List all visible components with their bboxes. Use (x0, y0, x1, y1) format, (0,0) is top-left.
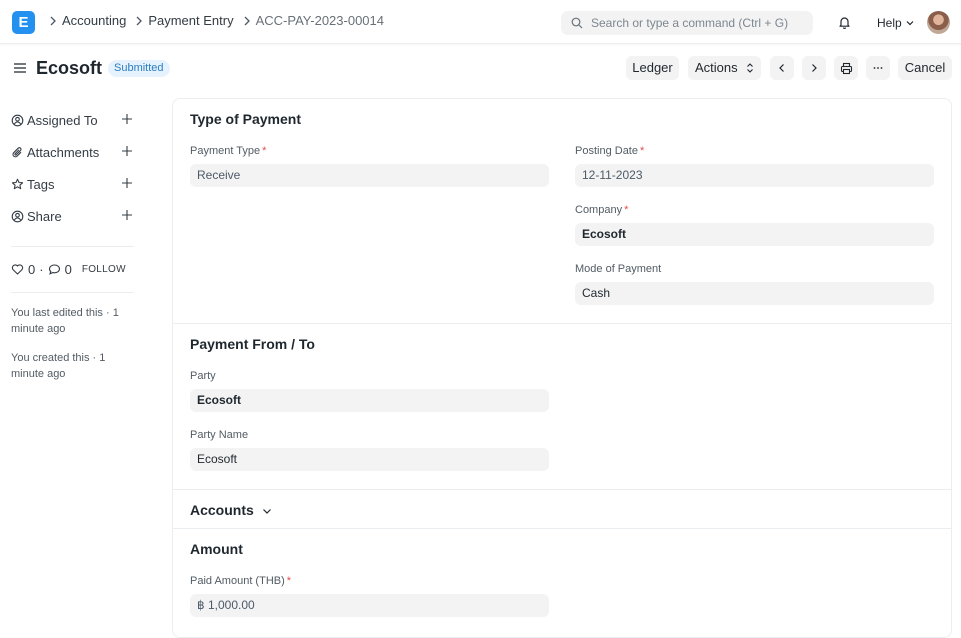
breadcrumb-current-doc[interactable]: ACC-PAY-2023-00014 (256, 13, 384, 28)
party-label: Party (190, 370, 216, 382)
actions-button[interactable]: Actions (688, 56, 761, 80)
section-title-accounts: Accounts (190, 502, 254, 518)
section-divider (173, 489, 951, 490)
required-mark: * (286, 575, 292, 587)
activity-last-edited: You last edited this · 1 minute ago (11, 307, 119, 335)
breadcrumb-accounting[interactable]: Accounting (62, 13, 126, 28)
sidebar-item-attachments[interactable]: Attachments (11, 136, 136, 168)
company-field[interactable]: Ecosoft (575, 223, 934, 246)
bell-icon[interactable] (837, 15, 852, 30)
help-label: Help (877, 16, 902, 30)
payment-type-field[interactable]: Receive (190, 164, 549, 187)
separator-dot: · (39, 262, 44, 277)
cancel-button[interactable]: Cancel (898, 56, 952, 80)
company-label: Company * (575, 204, 628, 216)
paid-amount-field[interactable]: ฿ 1,000.00 (190, 594, 549, 617)
search-bar[interactable] (561, 11, 813, 35)
previous-doc-button[interactable] (770, 56, 794, 80)
sidebar-divider (11, 246, 134, 247)
likes-count: 0 (28, 262, 36, 277)
select-arrows-icon (747, 63, 753, 73)
required-mark: * (639, 145, 645, 157)
sidebar-item-label: Attachments (27, 144, 100, 160)
section-title-amount: Amount (190, 541, 243, 557)
plus-icon[interactable] (121, 113, 133, 125)
print-button[interactable] (834, 56, 858, 80)
tag-icon (11, 178, 24, 189)
section-divider (173, 528, 951, 529)
party-name-label: Party Name (190, 429, 249, 441)
chevron-down-icon (263, 509, 271, 514)
section-title-payment-from-to: Payment From / To (190, 336, 315, 352)
status-badge: Submitted (108, 60, 170, 77)
heart-icon[interactable] (11, 263, 24, 276)
plus-icon[interactable] (121, 177, 133, 189)
assign-icon (11, 114, 24, 126)
posting-date-field[interactable]: 12-11-2023 (575, 164, 934, 187)
sidebar-item-assigned-to[interactable]: Assigned To (11, 104, 136, 136)
app-logo[interactable]: E (12, 11, 35, 34)
plus-icon[interactable] (121, 209, 133, 221)
more-options-button[interactable] (866, 56, 890, 80)
chevron-right-icon (812, 64, 817, 72)
printer-icon (840, 62, 852, 74)
paid-amount-label-text: Paid Amount (THB) (190, 575, 285, 587)
form-sidebar: Assigned To Attachments Tags Share 0 · 0… (11, 104, 136, 380)
search-icon (571, 17, 583, 29)
plus-icon[interactable] (121, 145, 133, 157)
help-menu[interactable]: Help (877, 16, 915, 30)
share-icon (11, 210, 24, 222)
actions-label: Actions (695, 60, 738, 75)
required-mark: * (624, 204, 629, 216)
paperclip-icon (12, 146, 22, 157)
form-card: Type of Payment Payment Type * Receive Po… (172, 98, 952, 638)
posting-date-label: Posting Date * (575, 145, 644, 157)
page-head: Ecosoft Submitted Ledger Actions Cancel (0, 44, 961, 94)
page-title: Ecosoft (36, 58, 103, 78)
search-input[interactable] (591, 16, 801, 30)
sidebar-item-share[interactable]: Share (11, 200, 136, 232)
next-doc-button[interactable] (802, 56, 826, 80)
follow-link[interactable]: FOLLOW (82, 264, 126, 275)
sidebar-item-label: Assigned To (27, 112, 98, 128)
required-mark: * (262, 145, 267, 157)
payment-type-label-text: Payment Type (190, 145, 261, 157)
avatar[interactable] (927, 11, 950, 34)
comment-icon[interactable] (48, 263, 61, 276)
chevron-down-icon (906, 21, 914, 26)
payment-type-label: Payment Type * (190, 145, 266, 157)
sidebar-item-label: Share (27, 208, 62, 224)
party-name-field[interactable]: Ecosoft (190, 448, 549, 471)
section-title-type-of-payment: Type of Payment (190, 111, 301, 127)
breadcrumb-payment-entry[interactable]: Payment Entry (148, 13, 233, 28)
posting-date-label-text: Posting Date (575, 145, 638, 157)
chevron-right-icon (136, 16, 143, 25)
hamburger-menu-icon[interactable] (13, 61, 27, 75)
chevron-left-icon (779, 64, 784, 72)
ellipsis-icon (873, 67, 883, 69)
sidebar-item-tags[interactable]: Tags (11, 168, 136, 200)
comments-count: 0 (64, 262, 72, 277)
mode-of-payment-field[interactable]: Cash (575, 282, 934, 305)
company-label-text: Company (575, 204, 623, 216)
likes-comments-row: 0 · 0 FOLLOW (11, 262, 126, 277)
paid-amount-label: Paid Amount (THB) * (190, 575, 291, 587)
sidebar-divider (11, 292, 134, 293)
ledger-button[interactable]: Ledger (626, 56, 679, 80)
breadcrumb: Accounting Payment Entry ACC-PAY-2023-00… (46, 13, 390, 28)
navbar: E Accounting Payment Entry ACC-PAY-2023-… (0, 0, 961, 44)
activity-created: You created this · 1 minute ago (11, 352, 106, 380)
sidebar-item-label: Tags (27, 176, 55, 192)
party-field[interactable]: Ecosoft (190, 389, 549, 412)
mode-of-payment-label: Mode of Payment (575, 263, 662, 275)
chevron-right-icon (244, 16, 250, 25)
section-divider (173, 323, 951, 324)
chevron-right-icon (50, 16, 56, 25)
